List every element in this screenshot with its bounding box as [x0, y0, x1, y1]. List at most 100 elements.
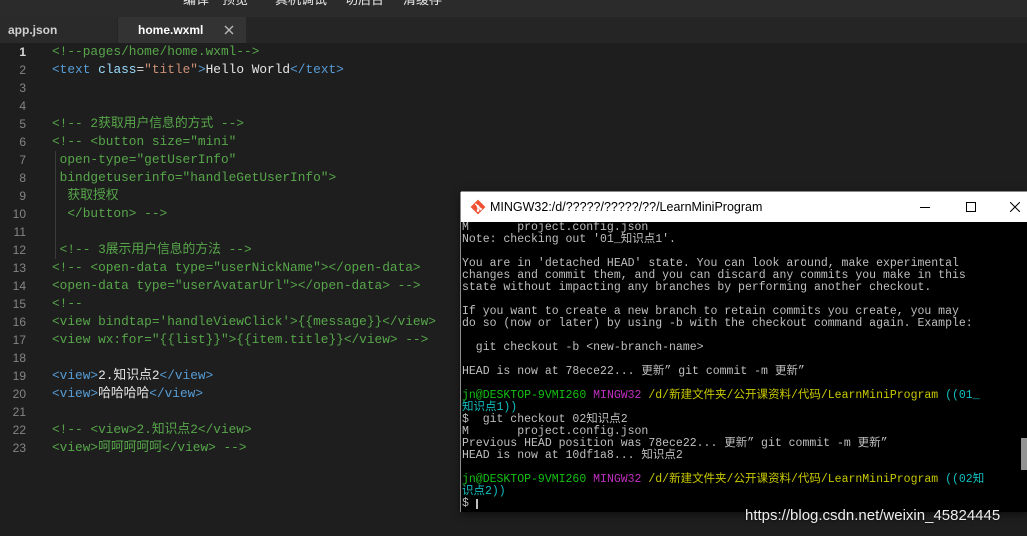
code-line[interactable]: 7 open-type="getUserInfo" — [0, 151, 1027, 169]
code-text: <!-- 2获取用户信息的方式 --> — [52, 115, 244, 133]
code-line[interactable]: 5 <!-- 2获取用户信息的方式 --> — [0, 115, 1027, 133]
minimize-icon — [920, 207, 930, 208]
line-number: 9 — [19, 189, 26, 203]
line-number: 15 — [12, 297, 26, 311]
line-number: 3 — [19, 81, 26, 95]
compile-button[interactable]: 编译 — [183, 0, 209, 8]
terminal-text: ((02知 — [945, 473, 985, 486]
terminal-text: MINGW32 — [593, 473, 642, 486]
tab-home-wxml[interactable]: home.wxml — [118, 17, 246, 43]
code-token: <!-- — [52, 296, 83, 311]
terminal-text: HEAD is now at 78ece22... 更新” git commit… — [462, 365, 805, 378]
code-token: </view> — [159, 368, 214, 383]
terminal-text: /d/新建文件夹/公开课资料/代码/LearnMiniProgram — [648, 473, 939, 486]
line-number: 7 — [19, 153, 26, 167]
code-text: <view>哈哈哈哈</view> — [52, 385, 203, 403]
code-token: <text — [52, 62, 91, 77]
switch-background-button[interactable]: 切后台 — [345, 0, 384, 8]
line-number: 21 — [12, 405, 26, 419]
code-text: <open-data type="userAvatarUrl"></open-d… — [52, 277, 421, 295]
code-line[interactable]: 3 — [0, 79, 1027, 97]
code-token: <!-- <button size="mini" — [52, 134, 237, 149]
terminal-title: MINGW32:/d/?????/?????/??/LearnMiniProgr… — [490, 200, 763, 214]
code-token: </button> --> — [52, 206, 168, 221]
terminal-title-bar[interactable]: MINGW32:/d/?????/?????/??/LearnMiniProgr… — [461, 192, 1027, 222]
tab-bar: app.json home.wxml — [0, 17, 1027, 43]
code-line[interactable]: 6 <!-- <button size="mini" — [0, 133, 1027, 151]
terminal-line: HEAD is now at 78ece22... 更新” git commit… — [462, 366, 984, 378]
terminal-cursor — [476, 499, 478, 509]
code-token: 获取授权 — [52, 188, 119, 203]
code-line[interactable]: 2 <text class="title">Hello World</text> — [0, 61, 1027, 79]
code-text: </button> --> — [52, 205, 167, 223]
code-line[interactable]: 4 — [0, 97, 1027, 115]
line-number: 14 — [12, 279, 26, 293]
line-number: 22 — [12, 423, 26, 437]
terminal-line: git checkout -b <new-branch-name> — [462, 342, 984, 354]
code-line[interactable]: 8 bindgetuserinfo="handleGetUserInfo"> — [0, 169, 1027, 187]
line-number: 10 — [12, 207, 26, 221]
code-text: <!-- <open-data type="userNickName"></op… — [52, 259, 421, 277]
close-icon[interactable] — [224, 25, 234, 35]
maximize-button[interactable] — [948, 192, 994, 222]
preview-button[interactable]: 预览 — [222, 0, 248, 8]
code-line[interactable]: 1 <!--pages/home/home.wxml--> — [0, 43, 1027, 61]
code-text: <view bindtap='handleViewClick'>{{messag… — [52, 313, 436, 331]
code-token: <!-- <open-data type="userNickName"></op… — [52, 260, 421, 275]
code-text: <view wx:for="{{list}}">{{item.title}}</… — [52, 331, 428, 349]
minimize-button[interactable] — [902, 192, 948, 222]
terminal-text: ((01_ — [945, 389, 980, 402]
line-number: 13 — [12, 261, 26, 275]
close-icon — [1010, 202, 1020, 212]
code-text: <view>2.知识点2</view> — [52, 367, 213, 385]
code-text: <!-- <button size="mini" — [52, 133, 236, 151]
terminal-text: MINGW32 — [593, 389, 642, 402]
line-number: 12 — [12, 243, 26, 257]
code-text: <!-- 3展示用户信息的方法 --> — [52, 241, 252, 259]
terminal-line: 识点2)) — [462, 486, 984, 498]
terminal-line: do so (now or later) by using -b with th… — [462, 318, 984, 330]
code-token: <view bindtap='handleViewClick'>{{messag… — [52, 314, 436, 329]
tab-app-json[interactable]: app.json — [0, 17, 117, 43]
close-button[interactable] — [994, 192, 1027, 222]
code-token: <view> — [52, 386, 99, 401]
code-token: <!-- <view>2.知识点2</view> — [52, 422, 252, 437]
remote-debug-button[interactable]: 真机调试 — [275, 0, 327, 8]
tab-label: home.wxml — [138, 23, 204, 37]
terminal-text: $ — [462, 497, 476, 510]
code-text: bindgetuserinfo="handleGetUserInfo"> — [52, 169, 336, 187]
code-token: bindgetuserinfo="handleGetUserInfo"> — [52, 170, 337, 185]
line-number: 5 — [19, 117, 26, 131]
watermark: https://blog.csdn.net/weixin_45824445 — [745, 507, 1001, 524]
terminal-body[interactable]: M project.config.json Note: checking out … — [461, 222, 1027, 512]
code-token: 哈哈哈哈 — [98, 386, 150, 401]
terminal-line: jn@DESKTOP-9VMI260 MINGW32 /d/新建文件夹/公开课资… — [462, 390, 984, 402]
line-number: 4 — [19, 99, 26, 113]
code-token: <open-data type="userAvatarUrl"></open-d… — [52, 278, 421, 293]
code-token: </view> — [149, 386, 204, 401]
git-icon — [470, 199, 486, 215]
line-number: 20 — [12, 387, 26, 401]
code-token: <view wx:for="{{list}}">{{item.title}}</… — [52, 332, 429, 347]
code-token: <!-- 2获取用户信息的方式 --> — [52, 116, 244, 131]
terminal-line: HEAD is now at 10df1a8... 知识点2 — [462, 450, 984, 462]
line-number: 11 — [13, 225, 26, 239]
code-token: <!--pages/home/home.wxml--> — [52, 44, 260, 59]
terminal-line: jn@DESKTOP-9VMI260 MINGW32 /d/新建文件夹/公开课资… — [462, 474, 984, 486]
maximize-icon — [966, 202, 976, 212]
line-number: 16 — [12, 315, 26, 329]
terminal-scrollbar-thumb[interactable] — [1021, 438, 1027, 470]
clear-cache-button[interactable]: 清缓存 — [403, 0, 442, 8]
terminal-window[interactable]: MINGW32:/d/?????/?????/??/LearnMiniProgr… — [461, 192, 1027, 512]
terminal-text: HEAD is now at 10df1a8... 知识点2 — [462, 449, 683, 462]
terminal-output: M project.config.json Note: checking out … — [462, 222, 984, 510]
terminal-text: do so (now or later) by using -b with th… — [462, 317, 973, 330]
code-token: <!-- 3展示用户信息的方法 --> — [52, 242, 252, 257]
code-text: <text class="title">Hello World</text> — [52, 61, 344, 79]
line-number: 1 — [19, 45, 26, 59]
code-token: "title" — [144, 62, 198, 77]
line-number: 19 — [12, 369, 26, 383]
terminal-line: Note: checking out '01_知识点1'. — [462, 234, 984, 246]
code-token: <view> — [52, 368, 99, 383]
line-number: 18 — [12, 351, 26, 365]
